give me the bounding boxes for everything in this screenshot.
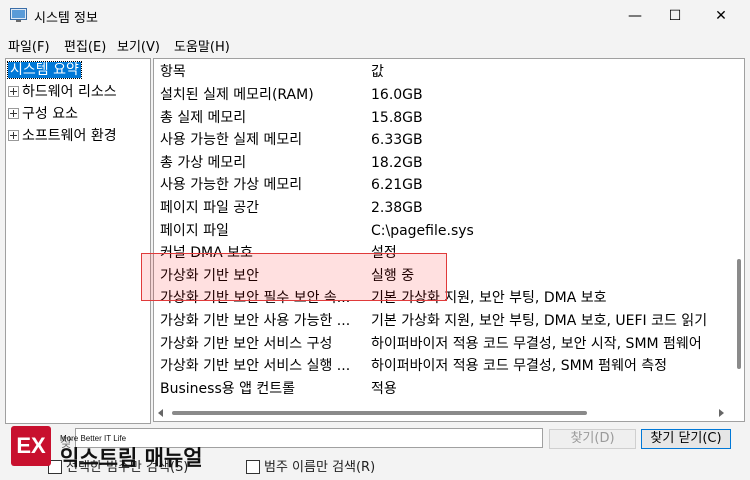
column-header-value[interactable]: 값	[371, 61, 736, 84]
menu-edit[interactable]: 편집(E)	[64, 36, 106, 55]
tree-item-label: 소프트웨어 환경	[22, 128, 117, 144]
row-value-cell: 기본 가상화 지원, 보안 부팅, DMA 보호, UEFI 코드 읽기	[371, 313, 708, 329]
row-item-cell: 가상화 기반 보안 서비스 구성	[160, 335, 333, 352]
window-title: 시스템 정보	[34, 11, 98, 26]
close-find-button[interactable]: 찾기 닫기(C)	[641, 429, 731, 449]
table-row[interactable]: 페이지 파일 C:\pagefile.sys	[154, 220, 732, 243]
table-row[interactable]: 페이지 파일 공간 2.38GB	[154, 197, 732, 220]
tree-item-components[interactable]: 구성 요소	[8, 104, 78, 124]
checkbox-category-names-only[interactable]: 범주 이름만 검색(R)	[246, 456, 375, 475]
scroll-right-arrow-icon[interactable]	[719, 409, 724, 417]
menu-view[interactable]: 보기(V)	[117, 36, 160, 55]
find-button[interactable]: 찾기(D)	[549, 429, 636, 449]
table-row[interactable]: 가상화 기반 보안 사용 가능한 ... 기본 가상화 지원, 보안 부팅, DM…	[154, 310, 732, 333]
tree-item-software-environment[interactable]: 소프트웨어 환경	[8, 126, 117, 146]
row-item-cell: 가상화 기반 보안 서비스 실행 ...	[160, 358, 351, 375]
table-header: 항목 값	[154, 61, 732, 84]
table-row[interactable]: 총 실제 메모리 15.8GB	[154, 107, 732, 130]
row-value-cell: 15.8GB	[371, 109, 423, 126]
tree-item-system-summary[interactable]: 시스템 요약	[7, 60, 82, 80]
row-value-cell: C:\pagefile.sys	[371, 222, 474, 239]
row-item-cell: 가상화 기반 보안 사용 가능한 ...	[160, 313, 351, 329]
menu-help[interactable]: 도움말(H)	[174, 36, 230, 55]
row-item-cell: 사용 가능한 가상 메모리	[160, 177, 303, 194]
highlight-annotation-box	[141, 253, 447, 301]
tree-item-hardware-resources[interactable]: 하드웨어 리소스	[8, 82, 117, 102]
table-row[interactable]: 사용 가능한 가상 메모리 6.21GB	[154, 174, 732, 197]
row-item-cell: 총 실제 메모리	[160, 109, 247, 126]
tree-item-label: 시스템 요약	[7, 61, 82, 79]
row-item-cell: 페이지 파일 공간	[160, 200, 260, 216]
row-value-cell: 하이퍼바이저 적용 코드 무결성, SMM 펌웨어 측정	[371, 358, 668, 375]
details-list[interactable]: 항목 값 설치된 실제 메모리(RAM) 16.0GB 총 실제 메모리 15.8GB…	[153, 58, 745, 422]
row-item-cell: 총 가상 메모리	[160, 154, 247, 171]
row-item-cell: 페이지 파일	[160, 222, 229, 239]
vertical-scrollbar[interactable]	[732, 59, 744, 421]
row-value-cell: 2.38GB	[371, 200, 423, 216]
table-row[interactable]: 설치된 실제 메모리(RAM) 16.0GB	[154, 84, 732, 107]
row-item-cell: 설치된 실제 메모리(RAM)	[160, 87, 314, 103]
title-bar: 시스템 정보 — ☐ ✕	[0, 0, 750, 32]
logo-name: 익스트림 매뉴얼	[60, 446, 203, 470]
row-item-cell: Business용 앱 컨트롤	[160, 380, 296, 397]
horizontal-scrollbar[interactable]	[154, 405, 744, 421]
horizontal-scroll-thumb[interactable]	[172, 411, 587, 415]
expand-plus-icon[interactable]	[8, 129, 19, 141]
row-item-cell: 사용 가능한 실제 메모리	[160, 132, 303, 149]
tree-item-label: 하드웨어 리소스	[22, 84, 117, 100]
checkbox-box[interactable]	[246, 459, 260, 474]
category-tree[interactable]: 시스템 요약 하드웨어 리소스 구성 요소 소프트웨어 환경	[5, 58, 151, 424]
system-info-app-icon	[10, 8, 27, 22]
row-value-cell: 16.0GB	[371, 87, 423, 103]
logo-ex-icon: EX	[11, 426, 51, 466]
row-value-cell: 적용	[371, 380, 397, 397]
checkbox-label: 범주 이름만 검색(R)	[264, 460, 376, 475]
table-row[interactable]: 사용 가능한 실제 메모리 6.33GB	[154, 129, 732, 152]
close-button[interactable]: ✕	[698, 0, 744, 32]
row-value-cell: 6.33GB	[371, 132, 423, 149]
maximize-button[interactable]: ☐	[652, 0, 698, 32]
menu-bar: 파일(F) 편집(E) 보기(V) 도움말(H)	[0, 32, 750, 56]
menu-file[interactable]: 파일(F)	[8, 36, 50, 55]
column-header-item[interactable]: 항목	[160, 61, 365, 84]
row-value-cell: 6.21GB	[371, 177, 423, 194]
table-row[interactable]: Business용 앱 컨트롤 적용	[154, 378, 732, 401]
vertical-scroll-thumb[interactable]	[737, 259, 741, 369]
tree-item-label: 구성 요소	[22, 106, 78, 122]
table-row[interactable]: 가상화 기반 보안 서비스 구성 하이퍼바이저 적용 코드 무결성, 보안 시작,…	[154, 333, 732, 356]
row-value-cell: 하이퍼바이저 적용 코드 무결성, 보안 시작, SMM 펌웨어	[371, 335, 702, 352]
scroll-left-arrow-icon[interactable]	[158, 409, 163, 417]
watermark-logo: EX More Better IT Life 익스트림 매뉴얼	[8, 424, 206, 474]
row-value-cell: 18.2GB	[371, 154, 423, 171]
expand-plus-icon[interactable]	[8, 85, 19, 97]
table-row[interactable]: 가상화 기반 보안 서비스 실행 ... 하이퍼바이저 적용 코드 무결성, SM…	[154, 355, 732, 378]
expand-plus-icon[interactable]	[8, 107, 19, 119]
table-row[interactable]: 총 가상 메모리 18.2GB	[154, 152, 732, 175]
